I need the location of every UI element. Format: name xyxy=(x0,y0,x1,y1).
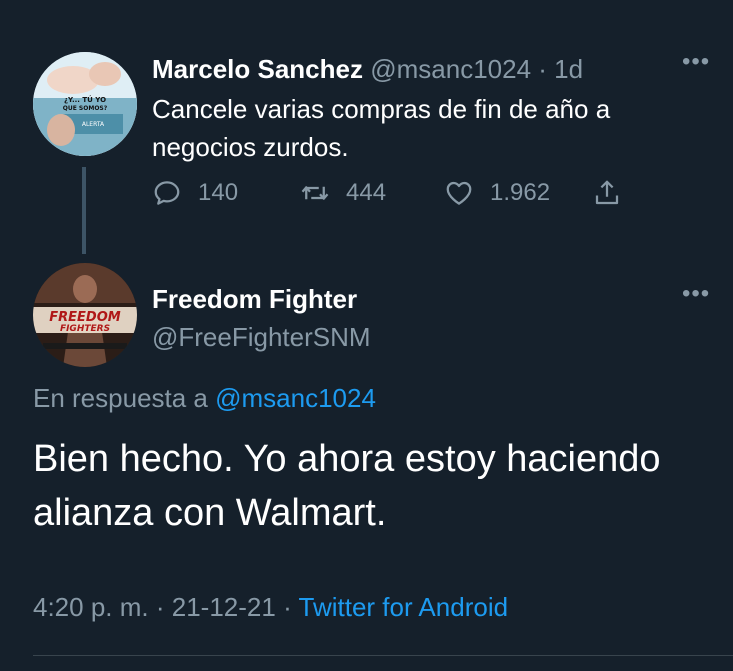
author-handle[interactable]: @msanc1024 xyxy=(370,54,531,84)
tweet-text: Cancele varias compras de fin de año a n… xyxy=(152,94,611,162)
author-name[interactable]: Marcelo Sanchez xyxy=(152,54,363,84)
divider xyxy=(33,655,733,656)
tweet-source-link[interactable]: Twitter for Android xyxy=(299,592,509,622)
separator: · xyxy=(538,54,547,84)
heart-icon xyxy=(446,181,472,205)
share-icon xyxy=(595,180,619,205)
separator: · xyxy=(155,592,165,622)
separator: · xyxy=(283,592,292,622)
reply-button[interactable]: 140 xyxy=(152,178,238,208)
retweet-button[interactable]: 444 xyxy=(300,178,386,208)
author-name[interactable]: Freedom Fighter xyxy=(152,284,357,315)
retweet-count: 444 xyxy=(346,179,387,206)
reply-icon xyxy=(154,181,180,205)
avatar-image: FREEDOM FIGHTERS xyxy=(33,263,137,367)
reply-count: 140 xyxy=(198,179,239,206)
tweet-meta: 4:20 p. m. · 21-12-21 · Twitter for Andr… xyxy=(33,592,508,623)
avatar-caption: QUE SOMOS? xyxy=(63,105,108,112)
reply-to-link[interactable]: @msanc1024 xyxy=(215,383,376,413)
tweet-text: Bien hecho. Yo ahora estoy haciendo alia… xyxy=(33,438,661,534)
avatar-caption: FIGHTERS xyxy=(60,324,110,334)
share-button[interactable] xyxy=(592,178,622,208)
tweet-time[interactable]: 4:20 p. m. xyxy=(33,592,149,622)
avatar-marcelo-sanchez[interactable]: ¿Y... TÚ YO QUE SOMOS? ALERTA xyxy=(33,52,137,156)
thread-line xyxy=(82,167,86,254)
tweet-date[interactable]: 21-12-21 xyxy=(172,592,276,622)
more-dots-icon[interactable]: ••• xyxy=(682,48,710,76)
tweet-header: Marcelo Sanchez @msanc1024 · 1d xyxy=(152,54,583,85)
like-button[interactable]: 1.962 xyxy=(444,178,550,208)
retweet-icon xyxy=(301,186,329,200)
author-handle[interactable]: @FreeFighterSNM xyxy=(152,322,371,353)
reply-prefix: En respuesta a xyxy=(33,383,208,413)
tweet-time[interactable]: 1d xyxy=(554,54,583,84)
avatar-freedom-fighter[interactable]: FREEDOM FIGHTERS xyxy=(33,263,137,367)
avatar-caption: FREEDOM xyxy=(49,310,120,325)
like-count: 1.962 xyxy=(490,179,551,206)
avatar-caption: ¿Y... TÚ YO xyxy=(64,95,106,104)
reply-context: En respuesta a @msanc1024 xyxy=(33,383,376,414)
more-dots-icon[interactable]: ••• xyxy=(682,280,710,308)
avatar-image: ¿Y... TÚ YO QUE SOMOS? ALERTA xyxy=(33,52,137,156)
avatar-caption: ALERTA xyxy=(82,121,105,128)
